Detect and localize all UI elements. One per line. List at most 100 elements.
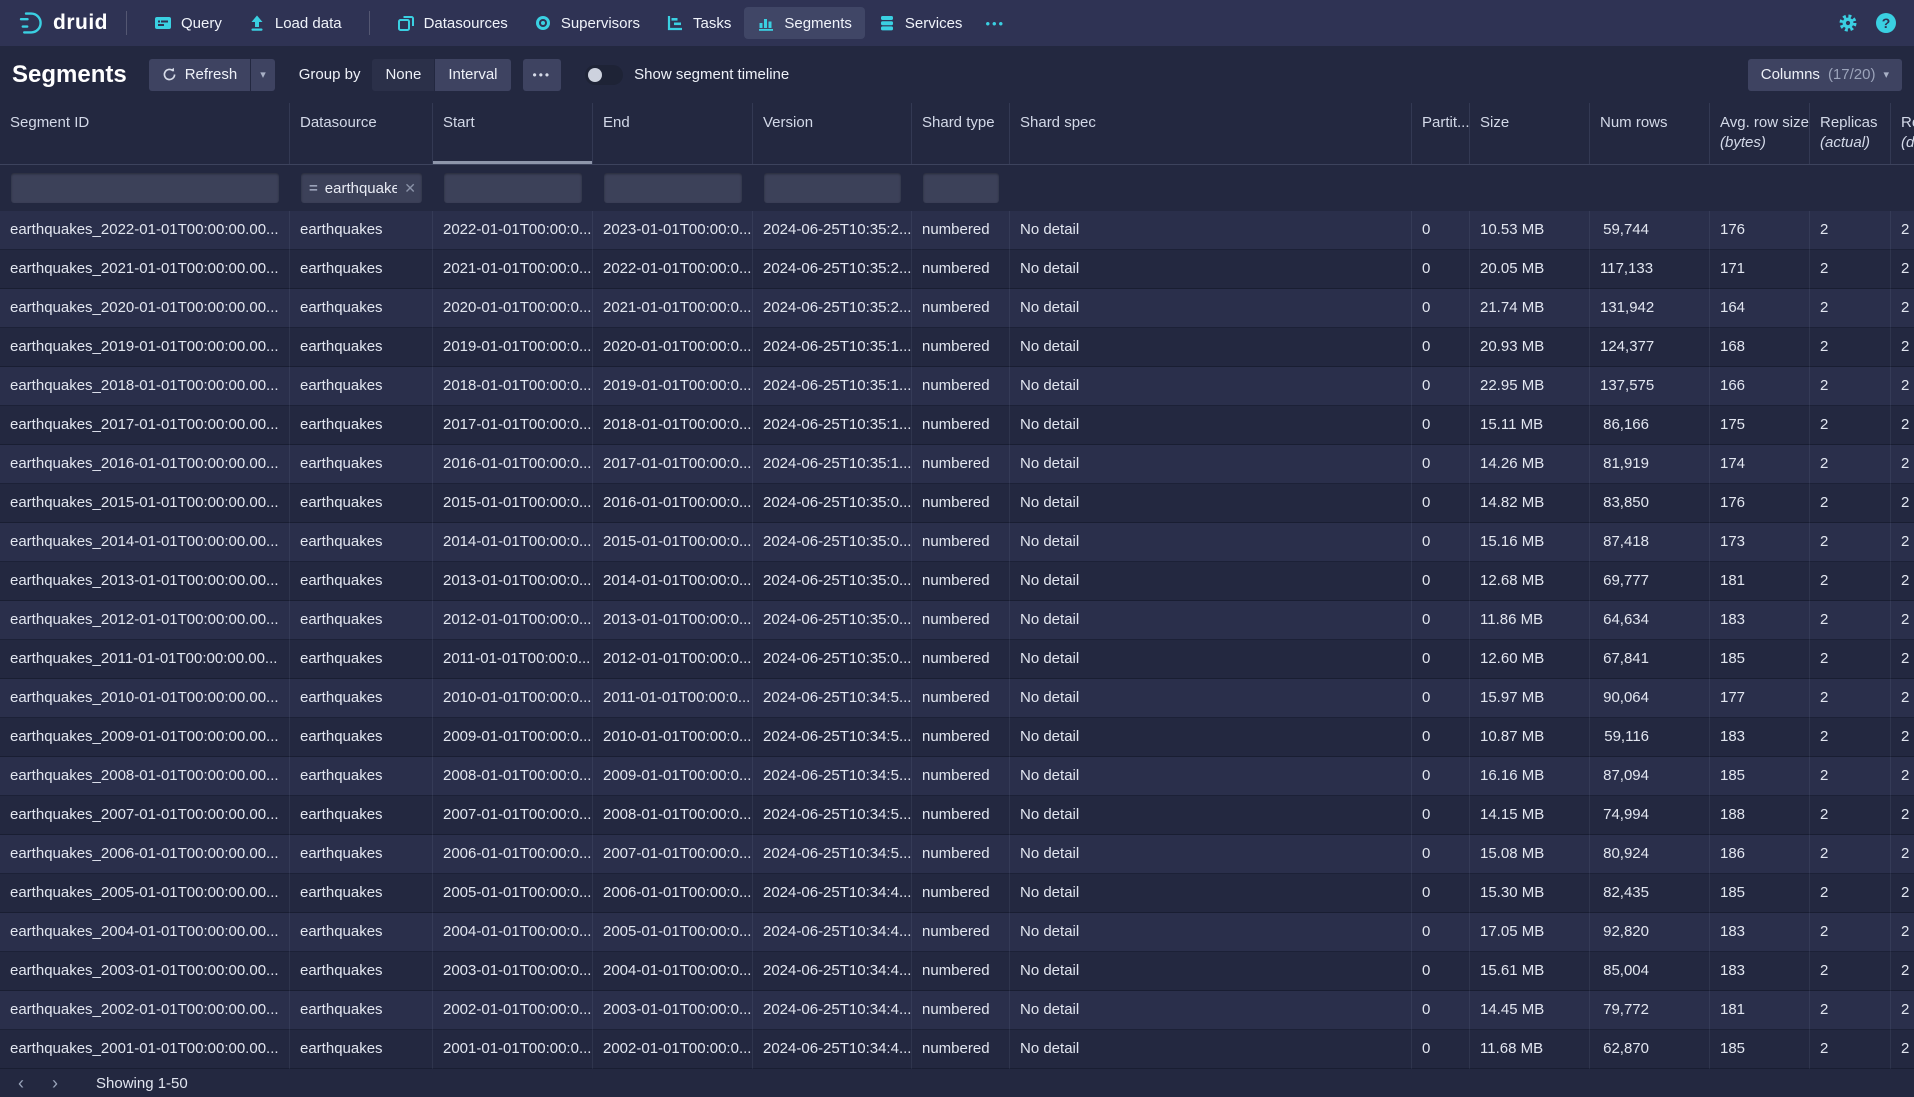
- refresh-button[interactable]: Refresh: [149, 59, 251, 91]
- column-replicas[interactable]: Replicas(actual): [1810, 103, 1891, 164]
- cell-end: 2015-01-01T00:00:0...: [593, 523, 753, 562]
- column-end[interactable]: End: [593, 103, 753, 164]
- segment-row[interactable]: earthquakes_2010-01-01T00:00:00.00...ear…: [0, 679, 1914, 718]
- group-by-none-button[interactable]: None: [372, 59, 434, 91]
- segment-row[interactable]: earthquakes_2004-01-01T00:00:00.00...ear…: [0, 913, 1914, 952]
- segment-row[interactable]: earthquakes_2006-01-01T00:00:00.00...ear…: [0, 835, 1914, 874]
- segment-row[interactable]: earthquakes_2020-01-01T00:00:00.00...ear…: [0, 289, 1914, 328]
- columns-button[interactable]: Columns (17/20) ▾: [1748, 59, 1902, 91]
- segment-row[interactable]: earthquakes_2017-01-01T00:00:00.00...ear…: [0, 406, 1914, 445]
- segment-row[interactable]: earthquakes_2014-01-01T00:00:00.00...ear…: [0, 523, 1914, 562]
- nav-item-load-data[interactable]: Load data: [235, 7, 355, 39]
- cell-id: earthquakes_2021-01-01T00:00:00.00...: [0, 250, 290, 289]
- column-sublabel: (bytes): [1720, 134, 1799, 151]
- column-segment-id[interactable]: Segment ID: [0, 103, 290, 164]
- segment-row[interactable]: earthquakes_2003-01-01T00:00:00.00...ear…: [0, 952, 1914, 991]
- toggle-track: [585, 65, 623, 85]
- segment-row[interactable]: earthquakes_2009-01-01T00:00:00.00...ear…: [0, 718, 1914, 757]
- cell-num-rows: 85,004: [1590, 952, 1710, 991]
- cell-partition: 0: [1412, 1030, 1470, 1069]
- column-datasource[interactable]: Datasource: [290, 103, 433, 164]
- nav-item-tasks[interactable]: Tasks: [653, 7, 744, 39]
- cell-avg-row-size: 175: [1710, 406, 1810, 445]
- segment-row[interactable]: earthquakes_2011-01-01T00:00:00.00...ear…: [0, 640, 1914, 679]
- column-partition[interactable]: Partit...: [1412, 103, 1470, 164]
- segment-row[interactable]: earthquakes_2016-01-01T00:00:00.00...ear…: [0, 445, 1914, 484]
- cell-id: earthquakes_2005-01-01T00:00:00.00...: [0, 874, 290, 913]
- refresh-interval-dropdown[interactable]: ▾: [251, 59, 275, 91]
- more-icon: •••: [985, 16, 1005, 31]
- filter-datasource-chip[interactable]: = earthquakes ✕: [301, 173, 422, 203]
- filter-start-input[interactable]: [444, 173, 582, 203]
- cell-shard-spec: No detail: [1010, 679, 1412, 718]
- segment-row[interactable]: earthquakes_2008-01-01T00:00:00.00...ear…: [0, 757, 1914, 796]
- toolbar-more-button[interactable]: •••: [523, 59, 562, 91]
- query-icon: [154, 14, 172, 32]
- segment-row[interactable]: earthquakes_2013-01-01T00:00:00.00...ear…: [0, 562, 1914, 601]
- cell-end: 2018-01-01T00:00:0...: [593, 406, 753, 445]
- cell-replicas: 2: [1810, 718, 1891, 757]
- segment-row[interactable]: earthquakes_2021-01-01T00:00:00.00...ear…: [0, 250, 1914, 289]
- segment-row[interactable]: earthquakes_2019-01-01T00:00:00.00...ear…: [0, 328, 1914, 367]
- cell-size: 14.82 MB: [1470, 484, 1590, 523]
- group-by-interval-button[interactable]: Interval: [435, 59, 510, 91]
- cell-id: earthquakes_2017-01-01T00:00:00.00...: [0, 406, 290, 445]
- segment-timeline-switch[interactable]: Show segment timeline: [585, 65, 789, 85]
- cell-shard-type: numbered: [912, 1030, 1010, 1069]
- segment-row[interactable]: earthquakes_2012-01-01T00:00:00.00...ear…: [0, 601, 1914, 640]
- column-start[interactable]: Start: [433, 103, 593, 164]
- segment-timeline-label: Show segment timeline: [634, 66, 789, 83]
- nav-item-segments[interactable]: Segments: [744, 7, 865, 39]
- segment-row[interactable]: earthquakes_2022-01-01T00:00:00.00...ear…: [0, 211, 1914, 250]
- next-page-button[interactable]: ›: [40, 1071, 70, 1095]
- nav-item-supervisors[interactable]: Supervisors: [521, 7, 653, 39]
- segment-row[interactable]: earthquakes_2007-01-01T00:00:00.00...ear…: [0, 796, 1914, 835]
- cell-end: 2013-01-01T00:00:0...: [593, 601, 753, 640]
- cell-replication-factor: 2: [1891, 601, 1914, 640]
- druid-logo-icon: [18, 10, 44, 36]
- cell-shard-spec: No detail: [1010, 874, 1412, 913]
- druid-logo[interactable]: druid: [14, 10, 112, 36]
- help-icon[interactable]: ?: [1876, 13, 1896, 33]
- cell-end: 2009-01-01T00:00:0...: [593, 757, 753, 796]
- cell-partition: 0: [1412, 913, 1470, 952]
- cell-datasource: earthquakes: [290, 601, 433, 640]
- filter-end-input[interactable]: [604, 173, 742, 203]
- nav-item-services[interactable]: Services: [865, 7, 976, 39]
- nav-item-query[interactable]: Query: [141, 7, 235, 39]
- cell-datasource: earthquakes: [290, 757, 433, 796]
- segment-row[interactable]: earthquakes_2001-01-01T00:00:00.00...ear…: [0, 1030, 1914, 1069]
- segment-row[interactable]: earthquakes_2005-01-01T00:00:00.00...ear…: [0, 874, 1914, 913]
- previous-page-button[interactable]: ‹: [6, 1071, 36, 1095]
- datasources-icon: [397, 14, 415, 32]
- column-shard-spec[interactable]: Shard spec: [1010, 103, 1412, 164]
- cell-start: 2008-01-01T00:00:0...: [433, 757, 593, 796]
- column-shard-type[interactable]: Shard type: [912, 103, 1010, 164]
- column-size[interactable]: Size: [1470, 103, 1590, 164]
- cell-version: 2024-06-25T10:35:1...: [753, 445, 912, 484]
- column-label: Shard type: [922, 114, 995, 131]
- filter-version-input[interactable]: [764, 173, 901, 203]
- column-replication-factor[interactable]: Replication factor(desired): [1891, 103, 1914, 164]
- segment-row[interactable]: earthquakes_2002-01-01T00:00:00.00...ear…: [0, 991, 1914, 1030]
- filter-shard-type-input[interactable]: [923, 173, 999, 203]
- segments-toolbar: Segments Refresh ▾ Group by None Interva…: [0, 46, 1914, 103]
- column-avg-row-size[interactable]: Avg. row size(bytes): [1710, 103, 1810, 164]
- filter-segment-id-input[interactable]: [11, 173, 279, 203]
- cell-partition: 0: [1412, 874, 1470, 913]
- settings-gear-icon[interactable]: [1838, 13, 1858, 33]
- column-version[interactable]: Version: [753, 103, 912, 164]
- cell-datasource: earthquakes: [290, 406, 433, 445]
- cell-size: 15.08 MB: [1470, 835, 1590, 874]
- column-num-rows[interactable]: Num rows: [1590, 103, 1710, 164]
- cell-size: 10.87 MB: [1470, 718, 1590, 757]
- nav-more-button[interactable]: •••: [975, 10, 1015, 37]
- nav-item-datasources[interactable]: Datasources: [384, 7, 521, 39]
- segment-row[interactable]: earthquakes_2015-01-01T00:00:00.00...ear…: [0, 484, 1914, 523]
- cell-replication-factor: 2: [1891, 289, 1914, 328]
- close-icon[interactable]: ✕: [404, 180, 416, 197]
- cell-version: 2024-06-25T10:35:2...: [753, 289, 912, 328]
- cell-partition: 0: [1412, 523, 1470, 562]
- cell-size: 14.26 MB: [1470, 445, 1590, 484]
- segment-row[interactable]: earthquakes_2018-01-01T00:00:00.00...ear…: [0, 367, 1914, 406]
